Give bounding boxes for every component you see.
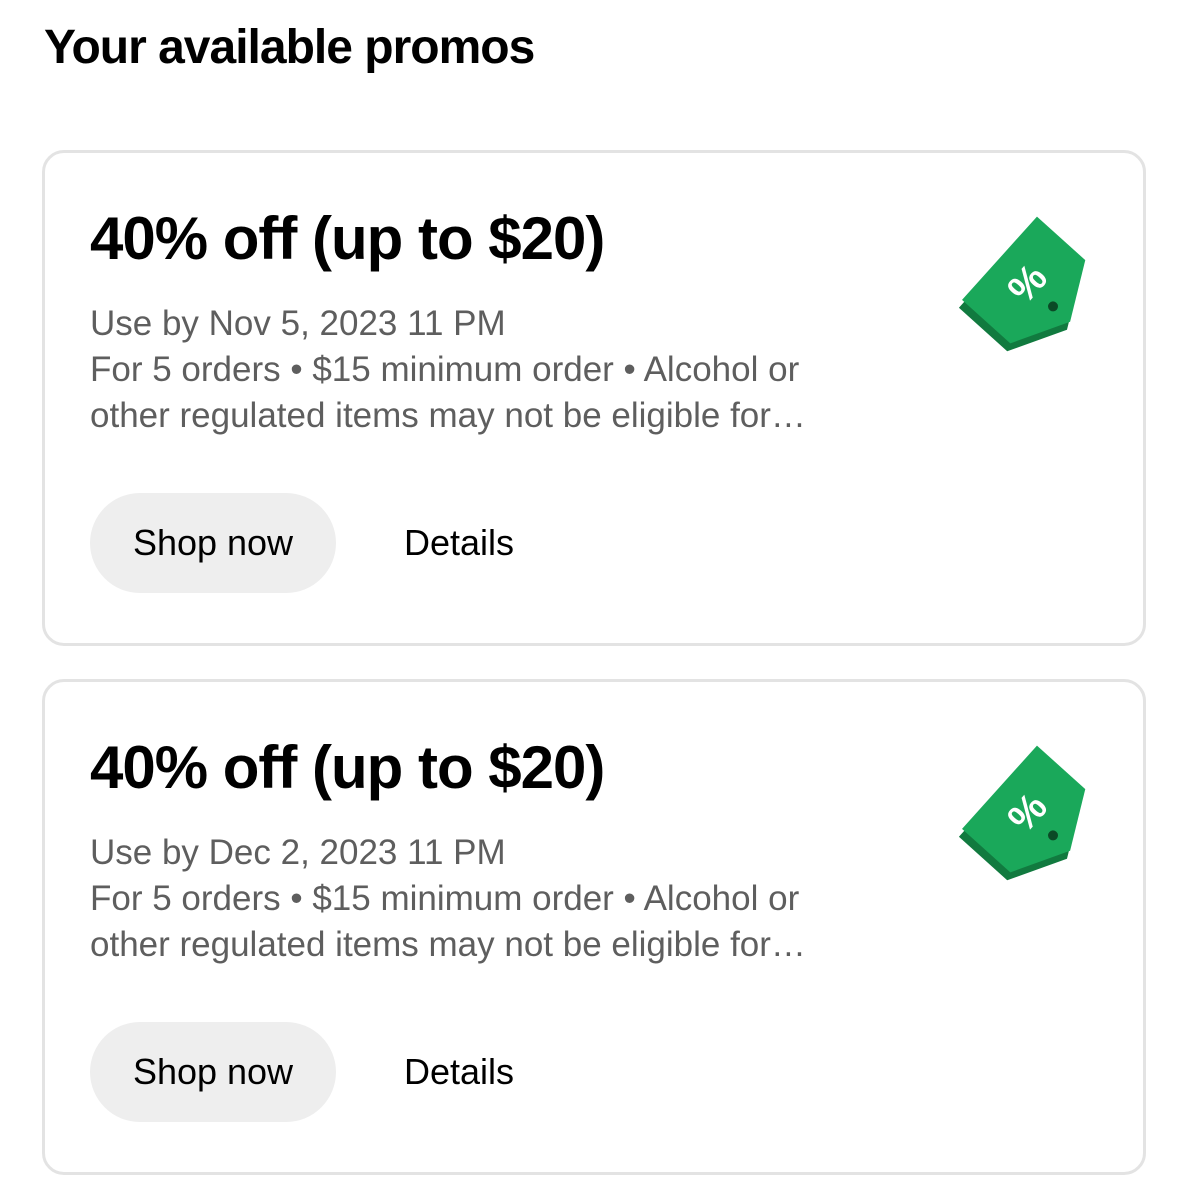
promo-use-by: Use by Dec 2, 2023 11 PM	[90, 833, 506, 872]
percent-tag-icon: %	[958, 745, 1086, 881]
promo-use-by: Use by Nov 5, 2023 11 PM	[90, 304, 506, 343]
promo-card[interactable]: 40% off (up to $20) Use by Nov 5, 2023 1…	[42, 150, 1146, 646]
promo-terms-line: other regulated items may not be eligibl…	[90, 925, 806, 964]
promo-description: Use by Nov 5, 2023 11 PM For 5 orders • …	[90, 301, 930, 439]
promo-card[interactable]: 40% off (up to $20) Use by Dec 2, 2023 1…	[42, 679, 1146, 1175]
promo-title: 40% off (up to $20)	[90, 205, 605, 272]
promo-actions: Shop now Details	[90, 1022, 514, 1122]
promo-title: 40% off (up to $20)	[90, 734, 605, 801]
details-button[interactable]: Details	[404, 1051, 514, 1093]
percent-tag-icon: %	[958, 216, 1086, 352]
promo-description: Use by Dec 2, 2023 11 PM For 5 orders • …	[90, 830, 930, 968]
promo-terms-line: For 5 orders • $15 minimum order • Alcoh…	[90, 350, 800, 389]
promo-terms-line: For 5 orders • $15 minimum order • Alcoh…	[90, 879, 800, 918]
promo-actions: Shop now Details	[90, 493, 514, 593]
promo-terms-line: other regulated items may not be eligibl…	[90, 396, 806, 435]
shop-now-button[interactable]: Shop now	[90, 493, 336, 593]
details-button[interactable]: Details	[404, 522, 514, 564]
page-title: Your available promos	[44, 21, 535, 74]
shop-now-button[interactable]: Shop now	[90, 1022, 336, 1122]
